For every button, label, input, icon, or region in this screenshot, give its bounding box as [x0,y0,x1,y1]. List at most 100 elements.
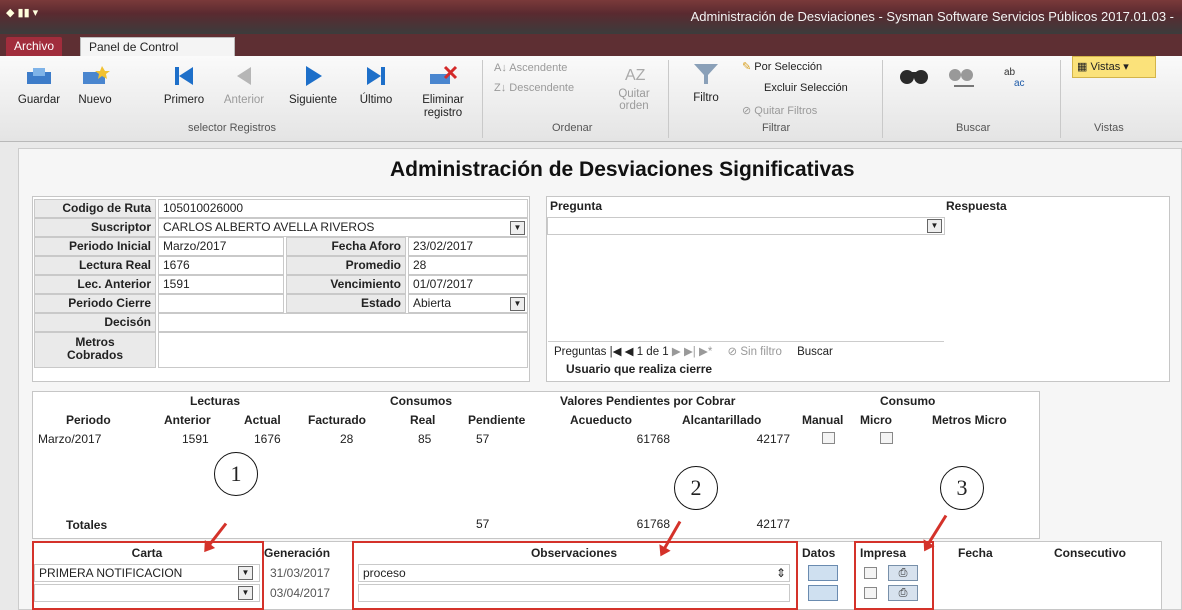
first-record-button[interactable]: Primero [158,64,210,106]
by-selection-button[interactable]: ✎ Por Selección [742,60,822,73]
ribbon-separator [482,60,483,138]
respuesta-header: Respuesta [946,199,1007,213]
next-record-label: Siguiente [289,94,337,106]
views-label: Vistas [1090,61,1121,73]
ribbon-separator [1060,60,1061,138]
codigo-ruta-field[interactable]: 105010026000 [158,199,528,218]
col-acueducto: Acueducto [570,413,633,427]
sort-descending-button[interactable]: Z↓ Descendente [494,82,574,94]
last-record-label: Último [359,94,393,106]
manual-checkbox[interactable] [822,432,835,444]
sort-ascending-icon: A↓ [494,62,510,74]
save-label: Guardar [17,94,61,106]
clear-sort-label-1: Quitar [618,88,650,100]
title-bar: ◆ ▮▮ ▾ Administración de Desviaciones - … [0,0,1182,34]
consumo-group-header: Consumo [880,394,936,408]
no-filter-label[interactable]: Sin filtro [740,346,782,358]
previous-record-icon [237,67,251,85]
quick-access-icon[interactable]: ◆ ▮▮ ▾ [6,6,38,19]
periodo-inicial-label: Periodo Inicial [34,237,156,256]
row-facturado: 28 [340,432,354,446]
replace-icon[interactable]: abac [1000,64,1034,90]
col-micro: Micro [860,413,893,427]
group-label-filtrar: Filtrar [762,122,791,134]
ribbon-separator [668,60,669,138]
lectura-real-label: Lectura Real [34,256,156,275]
metros-cobrados-label: Metros Cobrados [34,332,156,368]
promedio-field[interactable]: 28 [408,256,528,275]
suscriptor-dropdown-icon[interactable]: ▼ [510,221,525,235]
decision-label: Decisón [34,313,156,332]
save-button[interactable]: Guardar [14,64,64,106]
pregunta-field[interactable] [547,217,945,235]
usuario-cierre-label: Usuario que realiza cierre [566,362,713,376]
row-real: 85 [418,432,432,446]
group-label-ordenar: Ordenar [552,122,593,134]
questions-nav-label: Preguntas [554,346,607,358]
periodo-cierre-label: Periodo Cierre [34,294,156,313]
svg-text:ab: ab [1004,67,1016,78]
vencimiento-label: Vencimiento [286,275,406,294]
questions-search-label[interactable]: Buscar [797,346,833,358]
selection-icon: ✎ [742,61,755,73]
filter-button[interactable]: Filtro [684,62,728,104]
lec-anterior-field[interactable]: 1591 [158,275,284,294]
estado-dropdown-icon[interactable]: ▼ [510,297,525,311]
clear-sort-button[interactable]: AZ Quitar orden [614,62,654,112]
vencimiento-field[interactable]: 01/07/2017 [408,275,528,294]
delete-record-button[interactable]: Eliminar registro [414,64,472,120]
generacion-field: 31/03/2017 [270,566,331,580]
datos-button[interactable] [808,585,838,601]
window-title: Administración de Desviaciones - Sysman … [690,9,1174,24]
tab-panel-de-control[interactable]: Panel de Control [80,37,235,57]
generacion-field: 03/04/2017 [270,586,331,600]
row-pendiente: 57 [476,432,490,446]
periodo-inicial-field[interactable]: Marzo/2017 [158,237,284,256]
col-metros-micro: Metros Micro [932,413,1007,427]
first-record-label: Primero [163,94,205,106]
col-pendiente: Pendiente [468,413,526,427]
totales-acueducto: 61768 [636,517,670,531]
col-real: Real [410,413,436,427]
fecha-aforo-field[interactable]: 23/02/2017 [408,237,528,256]
next-record-button[interactable]: Siguiente [278,64,348,106]
first-question-icon[interactable]: |◀ ◀ [610,346,637,358]
sort-ascending-button[interactable]: A↓ Ascendente [494,62,567,74]
find-icon[interactable] [898,64,932,90]
highlight-impresa [854,541,934,610]
previous-record-button[interactable]: Anterior [214,64,274,106]
new-record-icon [83,66,110,84]
clear-sort-icon: AZ [625,67,646,84]
questions-nav-position: 1 de 1 [636,346,669,358]
row-anterior: 1591 [182,432,209,446]
decision-field[interactable] [158,313,528,332]
lec-anterior-label: Lec. Anterior [34,275,156,294]
exclude-selection-label: Excluir Selección [764,82,848,94]
clear-filters-button[interactable]: ⊘ Quitar Filtros [742,104,817,117]
previous-record-label: Anterior [223,94,265,106]
delete-label-2: registro [423,107,463,119]
micro-checkbox[interactable] [880,432,893,444]
new-button[interactable]: Nuevo [72,64,118,106]
next-question-icon[interactable]: ▶ ▶| ▶* [672,346,716,358]
go-to-icon[interactable] [946,64,980,90]
annotation-3: 3 [940,466,984,510]
suscriptor-field[interactable]: CARLOS ALBERTO AVELLA RIVEROS [158,218,528,237]
pregunta-dropdown-icon[interactable]: ▼ [927,219,942,233]
datos-button[interactable] [808,565,838,581]
exclude-selection-button[interactable]: Excluir Selección [764,82,848,94]
periodo-cierre-field[interactable] [158,294,284,313]
delete-label-1: Eliminar [422,94,464,106]
pregunta-header: Pregunta [550,199,603,213]
questions-navigator: Preguntas |◀ ◀ 1 de 1 ▶ ▶| ▶* ⊘ Sin filt… [548,341,944,360]
metros-cobrados-field[interactable] [158,332,528,368]
estado-label: Estado [286,294,406,313]
consumos-group-header: Consumos [390,394,453,408]
views-button[interactable]: ▦ Vistas ▾ [1072,56,1156,78]
last-record-button[interactable]: Último [352,64,400,106]
group-label-vistas: Vistas [1094,122,1124,134]
clear-sort-label-2: orden [619,100,649,112]
tab-archivo[interactable]: Archivo [6,37,63,57]
lectura-real-field[interactable]: 1676 [158,256,284,275]
col-generacion: Generación [264,546,331,560]
